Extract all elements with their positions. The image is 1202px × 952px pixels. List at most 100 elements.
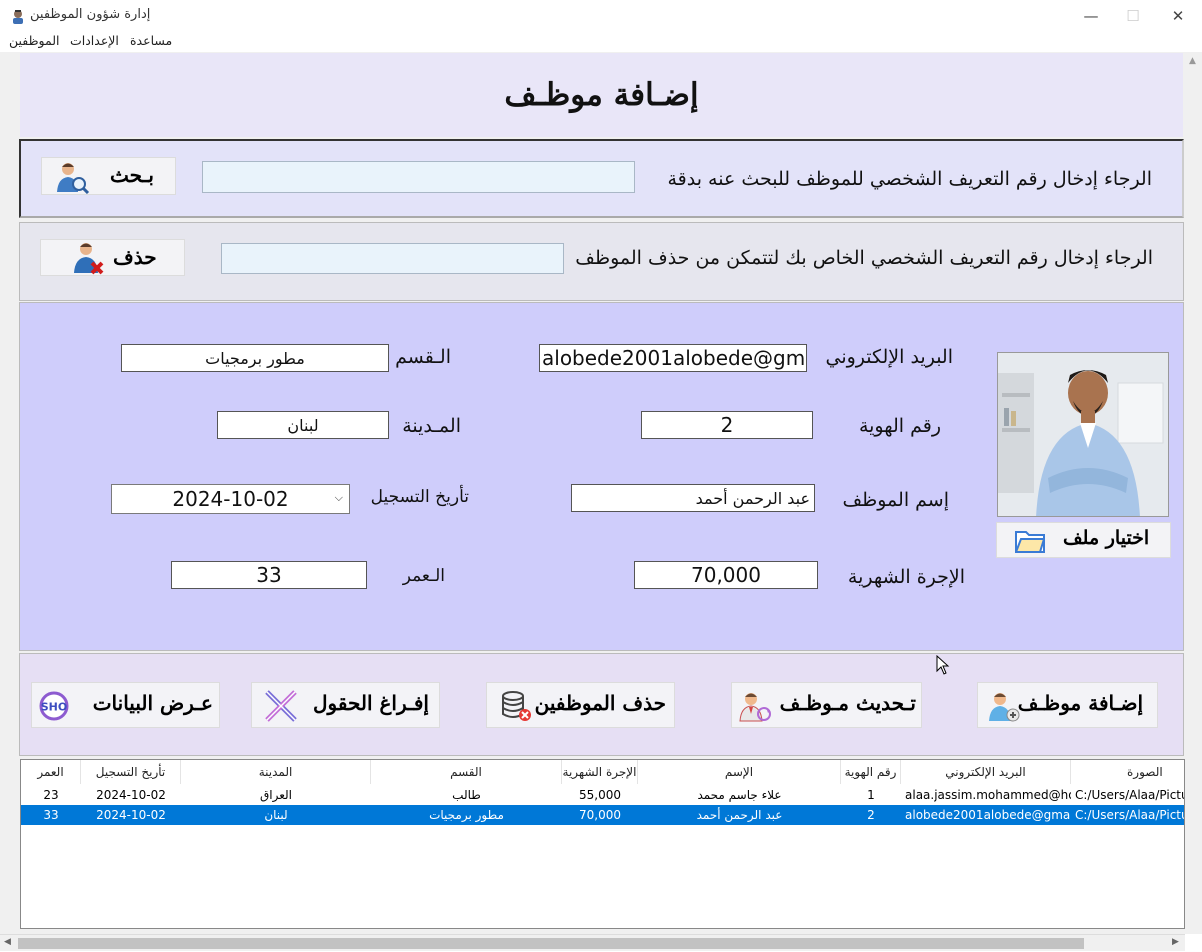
cell-salary: 70,000 <box>579 808 621 822</box>
email-label: البريد الإلكتروني <box>825 346 954 368</box>
header-panel: إضـافة موظـف <box>20 53 1183 137</box>
id-field[interactable]: 2 <box>641 411 813 439</box>
delete-panel: الرجاء إدخال رقم التعريف الشخصي الخاص بك… <box>19 222 1184 301</box>
cell-registration-date: 2024-10-02 <box>96 788 166 802</box>
update-employee-button[interactable]: تـحديث مـوظـف <box>731 682 922 728</box>
search-button-label: بـحث <box>110 163 154 187</box>
actions-panel: إضـافة موظـف تـحديث مـوظـف حذف الموظفين … <box>19 653 1184 756</box>
window-title: إدارة شؤون الموظفين <box>30 7 151 22</box>
clear-fields-label: إفـراغ الحقول <box>312 691 429 715</box>
employees-table[interactable]: الصورة البريد الإلكتروني رقم الهوية الإس… <box>20 759 1185 929</box>
scrollbar-thumb[interactable] <box>18 938 1084 949</box>
menu-employees[interactable]: الموظفين <box>9 33 60 48</box>
folder-icon <box>1015 531 1045 553</box>
page-title: إضـافة موظـف <box>504 77 699 113</box>
column-header-age[interactable]: العمر <box>21 760 81 784</box>
minimize-button[interactable]: — <box>1068 0 1114 32</box>
cell-city: لبنان <box>264 808 288 822</box>
age-label: الـعمر <box>402 566 445 586</box>
add-employee-label: إضـافة موظـف <box>1017 691 1143 715</box>
scroll-up-arrow-icon[interactable]: ▲ <box>1189 56 1196 66</box>
delete-id-input[interactable] <box>221 243 564 274</box>
cell-age: 23 <box>43 788 59 802</box>
database-delete-icon <box>502 691 531 721</box>
search-prompt: الرجاء إدخال رقم التعريف الشخصي للموظف ل… <box>667 168 1152 190</box>
horizontal-scrollbar[interactable]: ◀ ▶ <box>0 934 1185 951</box>
show-data-icon: SHO <box>39 691 69 721</box>
search-button[interactable]: بـحث <box>41 157 176 195</box>
title-bar: إدارة شؤون الموظفين — ☐ ✕ <box>0 0 1202 32</box>
employee-photo <box>997 352 1169 517</box>
email-field[interactable]: alobede2001alobede@gmail <box>539 344 807 372</box>
scroll-right-arrow-icon[interactable]: ▶ <box>1172 937 1179 947</box>
scroll-left-arrow-icon[interactable]: ◀ <box>4 937 11 947</box>
column-header-photo[interactable]: الصورة <box>1071 760 1184 784</box>
maximize-button[interactable]: ☐ <box>1110 0 1156 32</box>
cell-name: عبد الرحمن أحمد <box>696 808 783 822</box>
cell-photo: C:/Users/Alaa/Pictur <box>1075 808 1185 822</box>
cell-department: طالب <box>452 788 481 802</box>
salary-label: الإجرة الشهرية <box>847 566 965 588</box>
chevron-down-icon[interactable]: ⌵ <box>335 491 343 505</box>
delete-prompt: الرجاء إدخال رقم التعريف الشخصي الخاص بك… <box>575 247 1153 269</box>
delete-button[interactable]: حذف <box>40 239 185 276</box>
cell-registration-date: 2024-10-02 <box>96 808 166 822</box>
search-panel: الرجاء إدخال رقم التعريف الشخصي للموظف ل… <box>19 139 1184 218</box>
cell-name: علاء جاسم محمد <box>697 788 782 802</box>
cell-salary: 55,000 <box>579 788 621 802</box>
column-header-email[interactable]: البريد الإلكتروني <box>901 760 1071 784</box>
column-header-registration-date[interactable]: تأريخ التسجيل <box>81 760 181 784</box>
delete-employees-button[interactable]: حذف الموظفين <box>486 682 675 728</box>
cell-photo: C:/Users/Alaa/Pictur <box>1075 788 1185 802</box>
app-icon <box>13 10 23 24</box>
add-employee-button[interactable]: إضـافة موظـف <box>977 682 1158 728</box>
add-user-icon <box>989 693 1020 722</box>
clear-fields-button[interactable]: إفـراغ الحقول <box>251 682 440 728</box>
salary-field[interactable]: 70,000 <box>634 561 818 589</box>
cell-id: 2 <box>867 808 875 822</box>
show-data-icon-text: SHO <box>41 701 67 714</box>
department-label: الـقسم <box>395 346 451 368</box>
menu-help[interactable]: مساعدة <box>130 33 172 48</box>
employee-name-field[interactable]: عبد الرحمن أحمد <box>571 484 815 512</box>
city-label: المـدينة <box>402 415 461 437</box>
update-user-icon <box>739 693 771 722</box>
cell-department: مطور برمجيات <box>429 808 504 822</box>
show-data-button[interactable]: عـرض البيانات SHO <box>31 682 220 728</box>
menu-settings[interactable]: الإعدادات <box>70 33 119 48</box>
city-field[interactable]: لبنان <box>217 411 389 439</box>
close-button[interactable]: ✕ <box>1155 0 1201 32</box>
choose-file-label: اختيار ملف <box>1063 527 1150 549</box>
department-field[interactable]: مطور برمجيات <box>121 344 389 372</box>
registration-date-label: تأريخ التسجيل <box>370 487 469 507</box>
vertical-scrollbar[interactable]: ▲ <box>1185 52 1202 932</box>
table-row[interactable]: C:/Users/Alaa/Pictur alaa.jassim.mohamme… <box>21 785 1185 805</box>
age-field[interactable]: 33 <box>171 561 367 589</box>
delete-employees-label: حذف الموظفين <box>534 691 666 715</box>
cell-email: alobede2001alobede@gmail.cc <box>905 808 1071 822</box>
column-header-name[interactable]: الإسم <box>638 760 841 784</box>
registration-date-value: 2024-10-02 <box>172 487 289 511</box>
employee-name-label: إسم الموظف <box>842 489 949 511</box>
employee-photo-image <box>998 353 1168 516</box>
clear-x-icon <box>265 690 297 722</box>
cell-city: العراق <box>259 788 293 802</box>
cell-id: 1 <box>867 788 875 802</box>
search-input[interactable] <box>202 161 635 193</box>
employee-form-panel: اختيار ملف البريد الإلكتروني alobede2001… <box>19 302 1184 651</box>
registration-date-picker[interactable]: 2024-10-02 ⌵ <box>111 484 350 514</box>
cell-email: alaa.jassim.mohammed@hotm <box>905 788 1071 802</box>
table-row-selected[interactable]: C:/Users/Alaa/Pictur alobede2001alobede@… <box>21 805 1185 825</box>
column-header-id[interactable]: رقم الهوية <box>841 760 901 784</box>
choose-file-button[interactable]: اختيار ملف <box>996 522 1171 558</box>
update-employee-label: تـحديث مـوظـف <box>779 691 916 715</box>
id-label: رقم الهوية <box>858 415 941 437</box>
column-header-department[interactable]: القسم <box>371 760 562 784</box>
column-header-salary[interactable]: الإجرة الشهرية <box>562 760 638 784</box>
user-delete-icon <box>74 243 104 275</box>
show-data-label: عـرض البيانات <box>92 691 213 715</box>
menu-bar: الموظفين الإعدادات مساعدة <box>0 32 1202 52</box>
mouse-cursor-icon <box>936 655 950 675</box>
cell-age: 33 <box>43 808 59 822</box>
column-header-city[interactable]: المدينة <box>181 760 371 784</box>
